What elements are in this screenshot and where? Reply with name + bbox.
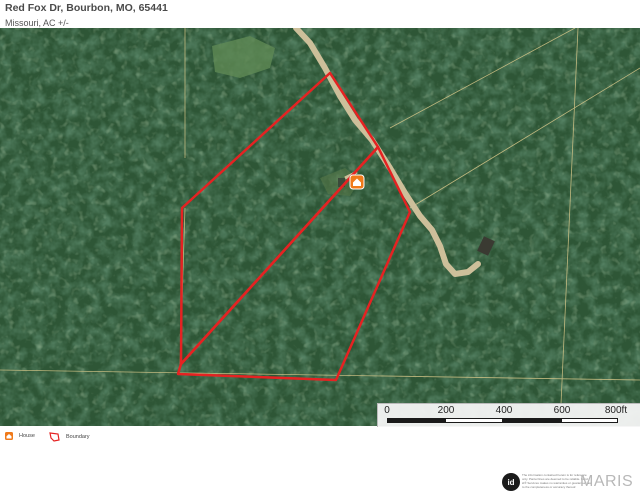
maris-watermark: MARIS bbox=[580, 473, 634, 490]
satellite-map[interactable] bbox=[0, 28, 640, 426]
scale-label-400: 400 bbox=[495, 405, 513, 416]
map-scale-bar: 0 200 400 600 800ft bbox=[377, 403, 640, 427]
scale-segment bbox=[445, 418, 503, 423]
header: Red Fox Dr, Bourbon, MO, 65441 Missouri,… bbox=[5, 2, 635, 29]
listing-address: Red Fox Dr, Bourbon, MO, 65441 bbox=[5, 2, 168, 14]
scale-label-0: 0 bbox=[384, 405, 390, 416]
legend-boundary-label: Boundary bbox=[66, 434, 90, 440]
scale-segment bbox=[387, 418, 445, 423]
legend-house: House bbox=[5, 432, 35, 440]
land-id-logo: id bbox=[502, 473, 520, 491]
house-marker[interactable] bbox=[349, 174, 365, 190]
map-canvas bbox=[0, 28, 640, 426]
legend-house-label: House bbox=[19, 433, 35, 439]
scale-label-800ft: 800ft bbox=[604, 405, 628, 416]
scale-segment bbox=[561, 418, 618, 423]
scale-label-200: 200 bbox=[437, 405, 455, 416]
house-icon bbox=[5, 432, 13, 440]
footer: id The information contained herein is f… bbox=[500, 470, 640, 494]
legend-boundary: Boundary bbox=[49, 432, 90, 442]
scale-label-600: 600 bbox=[553, 405, 571, 416]
boundary-icon bbox=[49, 432, 60, 442]
forest-highlight-texture bbox=[0, 28, 640, 426]
scale-segment bbox=[503, 418, 561, 423]
